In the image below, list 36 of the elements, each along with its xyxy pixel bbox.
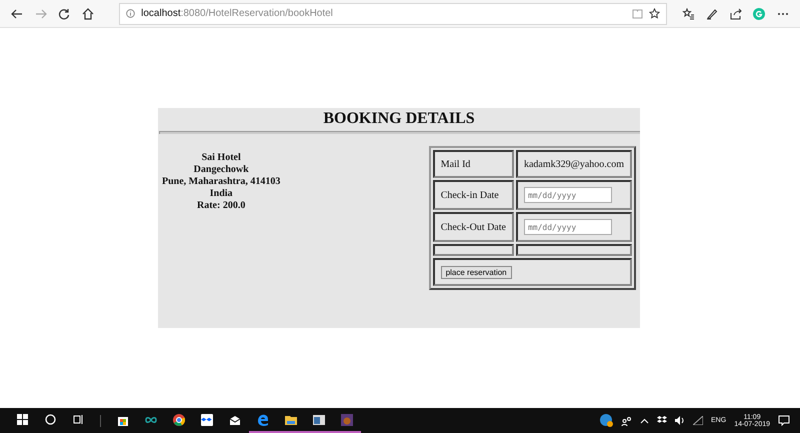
refresh-icon[interactable] xyxy=(58,8,70,20)
email-value: kadamk329@yahoo.com xyxy=(524,158,624,170)
dropbox-icon[interactable] xyxy=(201,414,213,426)
hotel-info-line: Rate: 200.0 xyxy=(197,200,246,212)
address-bar[interactable]: localhost:8080/HotelReservation/bookHotel xyxy=(119,2,668,24)
search-icon[interactable] xyxy=(44,414,56,425)
wifi-icon[interactable] xyxy=(693,416,704,425)
page-title: BOOKING DETAILS xyxy=(322,110,476,128)
home-icon[interactable] xyxy=(82,8,94,20)
hotel-info-line: Dangechowk xyxy=(194,164,249,176)
hotel-info-line: Pune, Maharashtra, 414103 xyxy=(162,176,280,188)
edge-icon[interactable] xyxy=(257,414,269,426)
field-label: Check-Out Date xyxy=(440,222,506,232)
hotel-info-line: Sai Hotel xyxy=(202,152,241,164)
star-icon[interactable] xyxy=(649,8,660,19)
folder-icon[interactable] xyxy=(285,414,297,426)
envelope-icon[interactable] xyxy=(229,414,241,426)
field-label: Mail Id xyxy=(440,158,470,170)
windows-icon[interactable] xyxy=(16,414,28,425)
info-icon xyxy=(126,9,136,18)
help-icon[interactable] xyxy=(600,414,614,427)
back-arrow-icon[interactable] xyxy=(10,8,23,20)
date-input[interactable]: mm/dd/yyyy xyxy=(524,187,612,203)
dropbox-tray-icon[interactable] xyxy=(657,416,668,425)
url-text: localhost:8080/HotelReservation/bookHotel xyxy=(141,8,333,19)
hotel-info-line: India xyxy=(210,188,233,200)
window-icon[interactable] xyxy=(313,414,325,426)
date-input[interactable]: mm/dd/yyyy xyxy=(524,219,612,235)
task-view-icon[interactable] xyxy=(72,414,84,425)
place-reservation-button[interactable]: place reservation xyxy=(440,266,512,278)
volume-icon[interactable] xyxy=(675,416,686,425)
people-icon[interactable] xyxy=(621,416,632,426)
field-label: Check-in Date xyxy=(440,190,499,200)
chrome-icon[interactable] xyxy=(173,414,185,426)
notification-icon[interactable] xyxy=(778,415,790,426)
chevron-up-icon[interactable] xyxy=(640,418,650,424)
